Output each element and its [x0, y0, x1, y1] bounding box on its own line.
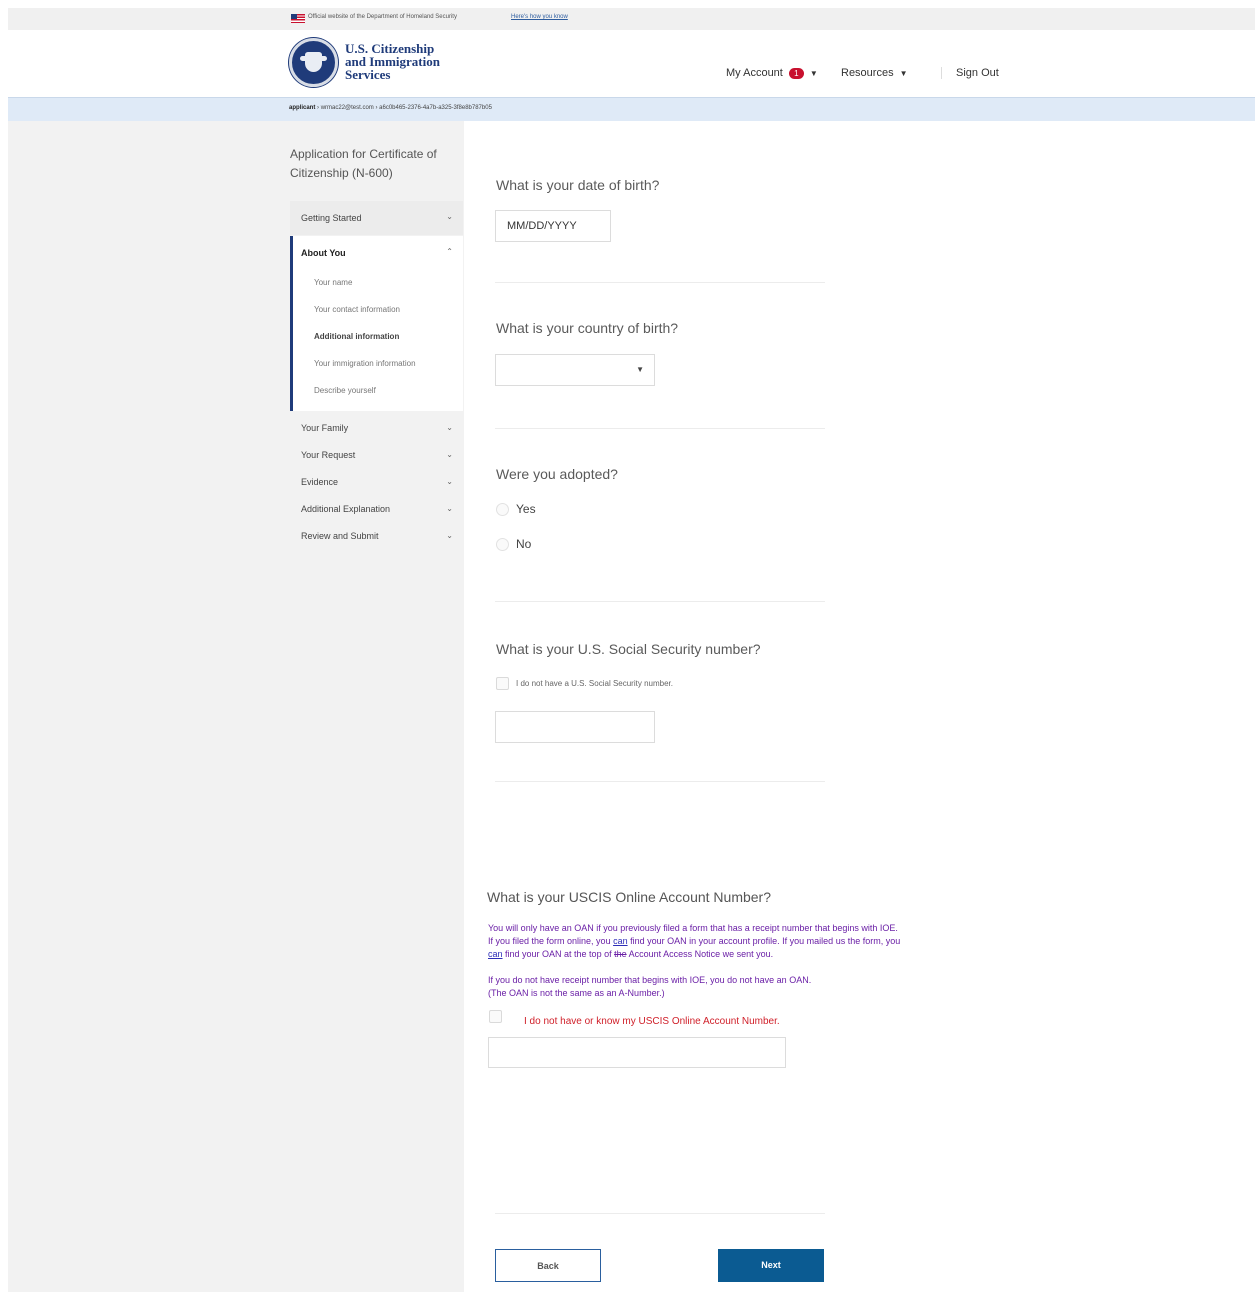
no-oan-checkbox-label[interactable]: I do not have or know my USCIS Online Ac… — [524, 1016, 780, 1027]
nav-section-about-you[interactable]: About You ⌃ Your name Your contact infor… — [290, 236, 463, 411]
section-divider — [495, 282, 825, 283]
nav-item-immigration-info[interactable]: Your immigration information — [314, 359, 416, 368]
adopted-no-label[interactable]: No — [516, 537, 531, 551]
dob-question: What is your date of birth? — [496, 177, 660, 193]
nav-section-evidence[interactable]: Evidence ⌄ — [290, 477, 463, 493]
sign-out-link[interactable]: Sign Out — [941, 67, 999, 79]
dob-input[interactable]: MM/DD/YYYY — [495, 210, 611, 242]
nav-section-label: Review and Submit — [301, 531, 379, 541]
oan-help-line-1: You will only have an OAN if you previou… — [488, 923, 898, 933]
application-title: Application for Certificate of Citizensh… — [290, 147, 437, 180]
no-oan-checkbox[interactable] — [489, 1010, 502, 1023]
resources-label: Resources — [841, 67, 894, 79]
nav-section-additional-explanation[interactable]: Additional Explanation ⌄ — [290, 504, 463, 520]
nav-section-review-submit[interactable]: Review and Submit ⌄ — [290, 531, 463, 547]
nav-section-label: About You — [301, 248, 346, 258]
caret-down-icon: ▼ — [636, 365, 644, 374]
chevron-down-icon: ⌄ — [446, 477, 453, 486]
adopted-question: Were you adopted? — [496, 466, 618, 482]
chevron-down-icon: ⌄ — [446, 423, 453, 432]
site-header: U.S. Citizenship and Immigration Service… — [8, 30, 1255, 97]
section-divider — [495, 781, 825, 782]
oan-help-line-2: If you filed the form online, you can fi… — [488, 935, 900, 948]
chevron-down-icon: ⌄ — [446, 450, 453, 459]
breadcrumb-role[interactable]: applicant — [289, 105, 315, 111]
my-account-label: My Account — [726, 67, 783, 79]
nav-section-label: Evidence — [301, 477, 339, 487]
chevron-down-icon: ⌄ — [446, 212, 453, 221]
gov-banner: Official website of the Department of Ho… — [8, 8, 1255, 30]
caret-down-icon: ▼ — [809, 68, 818, 78]
oan-input[interactable] — [488, 1037, 786, 1068]
oan-help-line-5: (The OAN is not the same as an A-Number.… — [488, 988, 665, 998]
agency-name[interactable]: U.S. Citizenship and Immigration Service… — [345, 42, 440, 81]
ssn-input[interactable] — [495, 711, 655, 743]
nav-section-label: Your Request — [301, 450, 356, 460]
oan-help-text: If you filed the form online, you — [488, 936, 614, 946]
adopted-no-radio[interactable] — [496, 538, 509, 551]
oan-help-emphasis: can — [488, 949, 503, 959]
back-button[interactable]: Back — [495, 1249, 601, 1282]
official-website-text: Official website of the Department of Ho… — [308, 14, 457, 20]
country-question: What is your country of birth? — [496, 320, 679, 336]
oan-help-text: Account Access Notice we sent you. — [626, 949, 774, 959]
dhs-seal-icon[interactable] — [289, 38, 338, 87]
chevron-down-icon: ⌄ — [446, 504, 453, 513]
breadcrumb-case-id: a6c0b465-2376-4a7b-a325-3f8e8b787b05 — [379, 105, 492, 111]
notification-badge: 1 — [788, 67, 804, 79]
oan-question: What is your USCIS Online Account Number… — [487, 889, 772, 905]
section-divider — [495, 601, 825, 602]
oan-help-strikethrough: the — [614, 949, 627, 959]
us-flag-icon — [291, 14, 305, 23]
nav-item-describe-yourself[interactable]: Describe yourself — [314, 386, 376, 395]
oan-help-line-3: can find your OAN at the top of the Acco… — [488, 948, 773, 961]
nav-section-your-family[interactable]: Your Family ⌄ — [290, 423, 463, 439]
section-divider — [495, 1213, 825, 1214]
adopted-yes-label[interactable]: Yes — [516, 502, 536, 516]
nav-section-label: Additional Explanation — [301, 504, 391, 514]
no-ssn-checkbox-label[interactable]: I do not have a U.S. Social Security num… — [516, 679, 673, 688]
section-divider — [495, 428, 825, 429]
chevron-up-icon: ⌃ — [446, 247, 453, 256]
nav-section-label: Your Family — [301, 423, 349, 433]
breadcrumb-email[interactable]: wrmac22@test.com — [321, 105, 374, 111]
breadcrumb: applicant › wrmac22@test.com › a6c0b465-… — [8, 97, 1255, 121]
oan-help-text: find your OAN in your account profile. I… — [627, 936, 901, 946]
oan-help-text: find your OAN at the top of — [502, 949, 615, 959]
ssn-question: What is your U.S. Social Security number… — [496, 641, 761, 657]
country-select[interactable]: ▼ — [495, 354, 655, 386]
nav-item-additional-info[interactable]: Additional information — [314, 332, 399, 341]
nav-item-contact-info[interactable]: Your contact information — [314, 305, 400, 314]
adopted-yes-radio[interactable] — [496, 503, 509, 516]
resources-menu[interactable]: Resources ▼ — [841, 67, 908, 79]
agency-line-3: Services — [345, 67, 391, 82]
caret-down-icon: ▼ — [899, 68, 908, 78]
nav-section-getting-started[interactable]: Getting Started ⌄ — [290, 201, 463, 235]
next-button[interactable]: Next — [718, 1249, 824, 1282]
oan-help-line-4: If you do not have receipt number that b… — [488, 975, 812, 985]
chevron-down-icon: ⌄ — [446, 531, 453, 540]
nav-section-label: Getting Started — [301, 213, 362, 223]
how-you-know-link[interactable]: Here's how you know — [511, 14, 568, 20]
nav-item-your-name[interactable]: Your name — [314, 278, 352, 287]
nav-section-your-request[interactable]: Your Request ⌄ — [290, 450, 463, 466]
my-account-menu[interactable]: My Account 1 ▼ — [726, 67, 818, 79]
no-ssn-checkbox[interactable] — [496, 677, 509, 690]
oan-help-emphasis: can — [613, 936, 628, 946]
